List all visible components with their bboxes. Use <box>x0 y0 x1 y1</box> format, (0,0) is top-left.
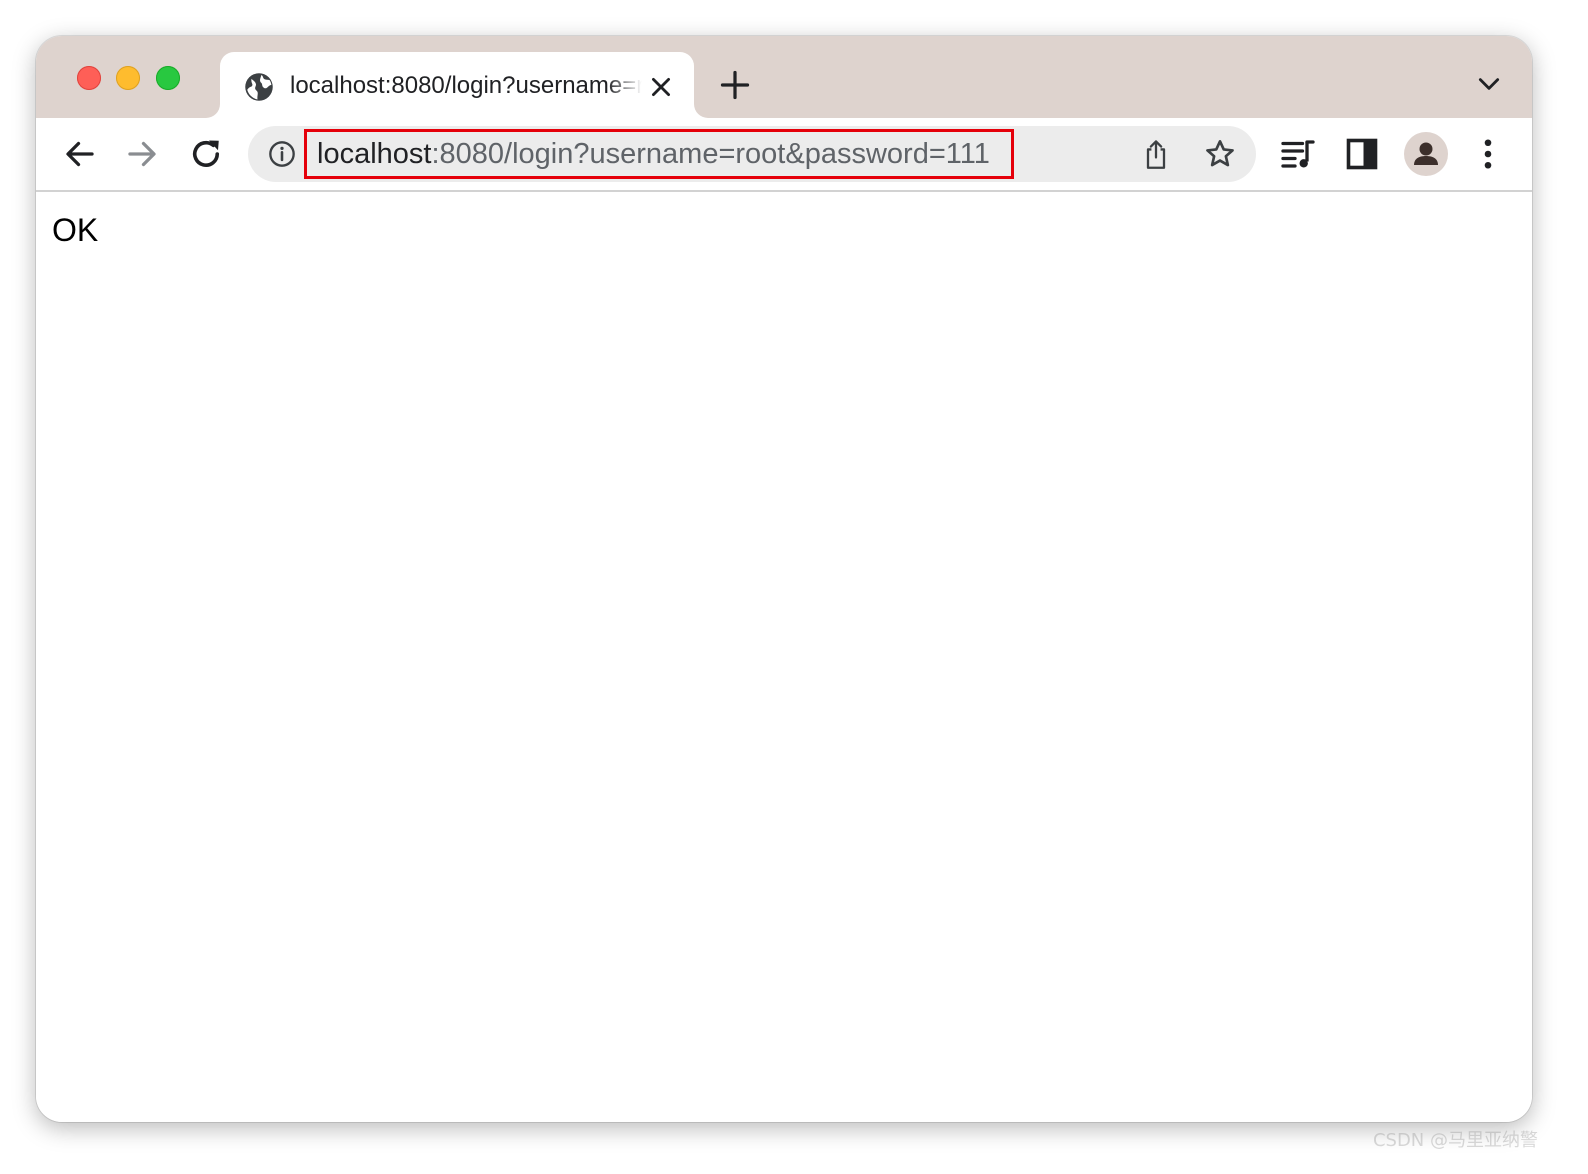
close-tab-icon[interactable] <box>648 74 674 100</box>
watermark: CSDN @马里亚纳警 <box>1372 1130 1538 1151</box>
new-tab-plus-icon[interactable] <box>720 70 750 100</box>
reload-icon[interactable] <box>188 136 224 172</box>
minimize-window-button[interactable] <box>116 66 140 90</box>
address-bar[interactable]: localhost:8080/login?username=root&passw… <box>248 126 1256 182</box>
page-content: OK <box>36 192 1532 1122</box>
close-window-button[interactable] <box>77 66 101 90</box>
profile-avatar[interactable] <box>1404 132 1448 176</box>
arrow-right-icon[interactable] <box>124 136 160 172</box>
maximize-window-button[interactable] <box>156 66 180 90</box>
tab-title: localhost:8080/login?username=root&passw… <box>290 72 642 99</box>
url-text[interactable]: localhost:8080/login?username=root&passw… <box>317 132 990 176</box>
chevron-down-icon[interactable] <box>1476 74 1502 94</box>
arrow-left-icon[interactable] <box>62 136 98 172</box>
side-panel-icon[interactable] <box>1344 136 1380 172</box>
person-icon <box>1414 142 1438 165</box>
more-options-icon[interactable] <box>1470 136 1506 172</box>
tab-strip: localhost:8080/login?username=root&passw… <box>36 36 1532 118</box>
page-body-text: OK <box>52 212 99 248</box>
url-highlight-box: localhost:8080/login?username=root&passw… <box>304 129 1014 179</box>
url-host: localhost <box>317 138 432 170</box>
media-control-icon[interactable] <box>1280 136 1316 172</box>
url-path: :8080/login?username=root&password=111 <box>431 138 990 170</box>
info-icon[interactable] <box>268 140 296 168</box>
browser-toolbar: localhost:8080/login?username=root&passw… <box>36 118 1532 192</box>
share-icon[interactable] <box>1142 138 1170 170</box>
browser-window: localhost:8080/login?username=root&passw… <box>36 36 1532 1122</box>
globe-icon <box>245 73 273 101</box>
active-tab[interactable]: localhost:8080/login?username=root&passw… <box>220 52 694 118</box>
bookmark-star-icon[interactable] <box>1204 138 1236 170</box>
